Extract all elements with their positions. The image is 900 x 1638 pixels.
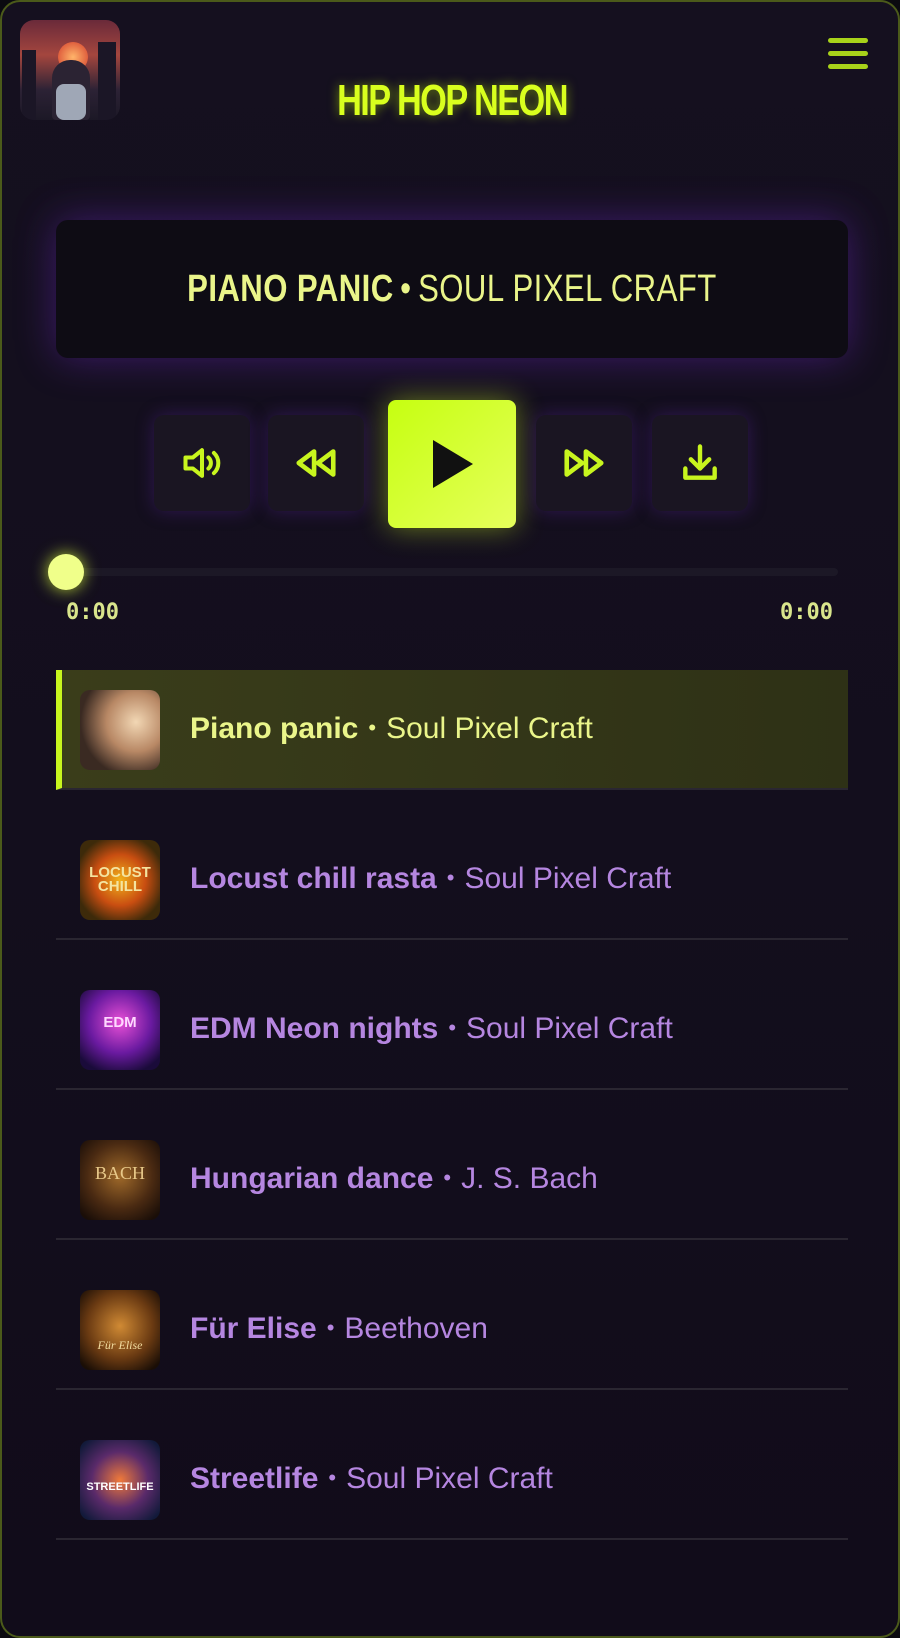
playlist-item-text: Für Elise • Beethoven [190, 1312, 488, 1346]
playlist-item[interactable]: LOCUST CHILL Locust chill rasta • Soul Pix… [56, 820, 848, 940]
playlist-item[interactable]: Piano panic • Soul Pixel Craft [56, 670, 848, 790]
playlist-item[interactable]: Für Elise Für Elise • Beethoven [56, 1270, 848, 1390]
track-separator: • [326, 1315, 335, 1340]
now-playing-title: Piano panic [187, 267, 394, 310]
volume-button[interactable] [154, 415, 250, 511]
playlist-item-text: Locust chill rasta • Soul Pixel Craft [190, 862, 671, 896]
girl-jacket [56, 84, 86, 120]
track-title: Piano panic [190, 712, 359, 745]
cover-logo-text: STREETLIFE [86, 1481, 154, 1493]
track-artist: Soul Pixel Craft [386, 712, 593, 745]
playlist-item-text: Piano panic • Soul Pixel Craft [190, 712, 593, 746]
now-playing-text: Piano panic • Soul Pixel Craft [187, 268, 717, 311]
track-title: Locust chill rasta [190, 862, 437, 895]
playlist-item-text: Hungarian dance • J. S. Bach [190, 1162, 598, 1196]
track-title: Hungarian dance [190, 1162, 434, 1195]
building-shape [22, 50, 36, 120]
track-artist: Soul Pixel Craft [466, 1012, 673, 1045]
app-frame: HIP HOP NEON Piano panic • Soul Pixel Craf… [0, 0, 900, 1638]
elapsed-time: 0:00 [66, 600, 119, 625]
progress-track[interactable] [66, 568, 838, 576]
rewind-icon [296, 449, 336, 477]
playlist-item-text: Streetlife • Soul Pixel Craft [190, 1462, 553, 1496]
download-icon [683, 444, 717, 480]
menu-bar [828, 38, 868, 43]
track-title: EDM Neon nights [190, 1012, 439, 1045]
track-separator: • [446, 865, 455, 890]
app-title: HIP HOP NEON [337, 76, 568, 125]
progress-thumb[interactable] [48, 554, 84, 590]
track-separator: • [368, 715, 377, 740]
rewind-button[interactable] [268, 415, 364, 511]
cover-thumbnail: EDM [80, 990, 160, 1070]
menu-bar [828, 51, 868, 56]
play-icon [433, 440, 473, 488]
track-artist: J. S. Bach [461, 1162, 598, 1195]
track-artist: Soul Pixel Craft [464, 862, 672, 895]
cover-thumbnail: STREETLIFE [80, 1440, 160, 1520]
playlist-item[interactable]: BACH Hungarian dance • J. S. Bach [56, 1120, 848, 1240]
playlist-item-text: EDM Neon nights • Soul Pixel Craft [190, 1012, 673, 1046]
cover-thumbnail: Für Elise [80, 1290, 160, 1370]
track-artist: Soul Pixel Craft [346, 1462, 553, 1495]
now-playing-artist: Soul Pixel Craft [418, 267, 717, 310]
duration-time: 0:00 [780, 600, 833, 625]
download-button[interactable] [652, 415, 748, 511]
now-playing-card: Piano panic • Soul Pixel Craft [56, 220, 848, 358]
cover-thumbnail: LOCUST CHILL [80, 840, 160, 920]
track-separator: • [328, 1465, 337, 1490]
track-separator: • [448, 1015, 457, 1040]
playlist-item[interactable]: EDM EDM Neon nights • Soul Pixel Craft [56, 970, 848, 1090]
play-button[interactable] [388, 400, 516, 528]
fast-forward-icon [564, 449, 604, 477]
playlist-item[interactable]: STREETLIFE Streetlife • Soul Pixel Craft [56, 1420, 848, 1540]
menu-bar [828, 64, 868, 69]
cover-thumbnail: BACH [80, 1140, 160, 1220]
cover-logo-text: Für Elise [97, 1338, 143, 1352]
cover-logo-text: BACH [94, 1163, 145, 1183]
cover-logo-text: LOCUST CHILL [89, 864, 151, 895]
fast-forward-button[interactable] [536, 415, 632, 511]
cover-thumbnail [80, 690, 160, 770]
cover-logo-text: EDM [103, 1014, 137, 1031]
track-title: Streetlife [190, 1462, 319, 1495]
volume-icon [183, 448, 221, 478]
track-title: Für Elise [190, 1312, 317, 1345]
track-separator: • [443, 1165, 452, 1190]
hamburger-menu-icon[interactable] [828, 38, 868, 74]
now-playing-separator: • [400, 267, 412, 310]
track-artist: Beethoven [344, 1312, 488, 1345]
playlist: Piano panic • Soul Pixel Craft LOCUST CHIL… [56, 670, 848, 1540]
